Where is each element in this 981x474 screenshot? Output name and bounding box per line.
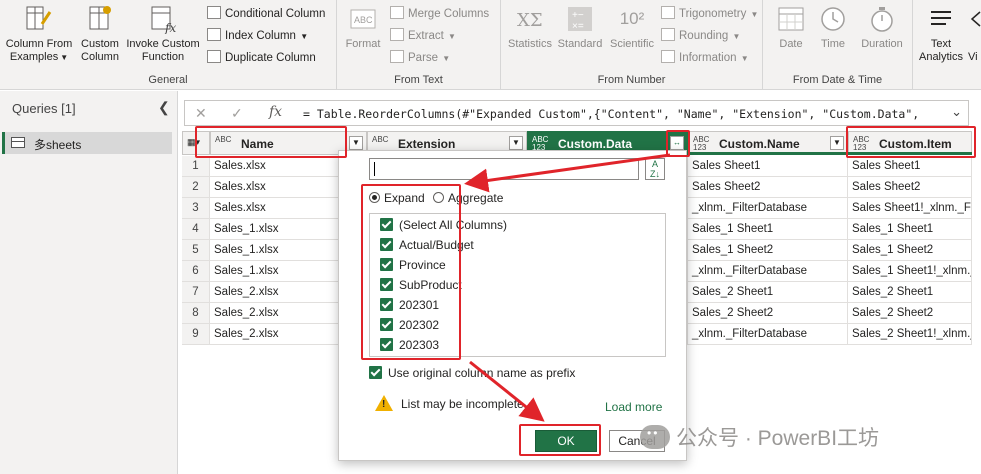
watermark-text: 公众号 · PowerBI工坊 (676, 427, 880, 450)
watermark: 公众号 · PowerBI工坊 (640, 422, 879, 452)
arrow-to-checklist (464, 153, 671, 193)
wechat-icon (640, 425, 670, 449)
annotation-arrows (464, 153, 671, 422)
arrow-to-ok (469, 360, 545, 422)
